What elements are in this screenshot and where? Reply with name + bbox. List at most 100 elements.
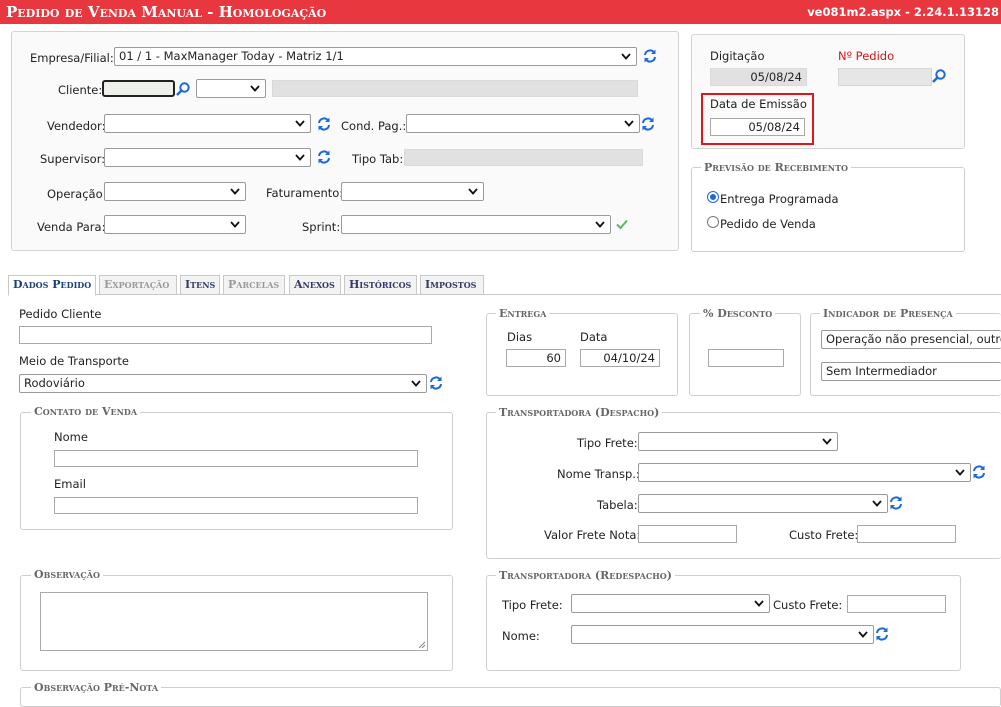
chevron-down-icon <box>467 185 479 197</box>
cliente-code-input[interactable] <box>102 80 175 97</box>
redespacho-title: Transportadora (Redespacho) <box>496 569 675 582</box>
contato-title: Contato de Venda <box>31 405 141 418</box>
nome-transp-select[interactable] <box>638 463 971 482</box>
faturamento-label: Faturamento: <box>266 186 344 200</box>
data-entrega-input[interactable]: 04/10/24 <box>580 349 660 367</box>
refresh-icon[interactable] <box>316 116 332 132</box>
chevron-down-icon <box>821 435 833 447</box>
chevron-down-icon <box>753 597 765 609</box>
tab-itens[interactable]: Itens <box>180 275 220 295</box>
previsao-fieldset <box>691 167 965 252</box>
despacho-tipo-frete-label: Tipo Frete: <box>577 436 638 450</box>
supervisor-select[interactable] <box>104 148 311 167</box>
despacho-tipo-frete-select[interactable] <box>638 432 838 451</box>
refresh-icon[interactable] <box>971 464 987 480</box>
refresh-icon[interactable] <box>428 375 444 391</box>
tabela-label: Tabela: <box>597 498 638 512</box>
tab-dados-pedido[interactable]: Dados Pedido <box>8 275 96 296</box>
refresh-icon[interactable] <box>642 48 658 64</box>
nome-label: Nome <box>54 430 88 444</box>
cond-pag-label: Cond. Pag.: <box>341 119 407 133</box>
tipo-tab-label: Tipo Tab: <box>352 152 404 166</box>
sprint-select[interactable] <box>341 215 611 234</box>
obs-pre-nota-fieldset <box>20 687 1001 707</box>
check-icon <box>616 219 628 230</box>
chevron-down-icon <box>594 218 606 230</box>
desconto-input[interactable] <box>708 349 784 367</box>
tab-parcelas[interactable]: Parcelas <box>223 275 285 295</box>
chevron-down-icon <box>249 82 261 94</box>
tipo-tab-field <box>404 149 643 166</box>
redespacho-tipo-frete-select[interactable] <box>571 594 770 613</box>
entrega-title: Entrega <box>496 307 550 320</box>
cliente-name-field <box>272 80 638 97</box>
refresh-icon[interactable] <box>316 149 332 165</box>
despacho-custo-frete-input[interactable] <box>857 525 956 543</box>
observacao-textarea[interactable] <box>40 592 428 651</box>
chevron-down-icon <box>229 218 241 230</box>
chevron-down-icon <box>954 466 966 478</box>
vendedor-label: Vendedor: <box>47 119 106 133</box>
resize-handle-icon[interactable] <box>418 641 426 649</box>
vendedor-select[interactable] <box>104 114 311 133</box>
refresh-icon[interactable] <box>640 116 656 132</box>
supervisor-label: Supervisor: <box>40 152 106 166</box>
meio-transporte-select[interactable]: Rodoviário <box>19 374 427 393</box>
tab-impostos[interactable]: Impostos <box>420 275 484 295</box>
tab-historicos[interactable]: Históricos <box>344 275 417 295</box>
chevron-down-icon <box>410 377 422 389</box>
redespacho-nome-select[interactable] <box>571 625 874 644</box>
npedido-label: Nº Pedido <box>838 49 895 63</box>
cliente-label: Cliente: <box>58 83 103 97</box>
chevron-down-icon <box>229 185 241 197</box>
chevron-down-icon <box>857 628 869 640</box>
chevron-down-icon <box>871 497 883 509</box>
presenca-fieldset <box>810 313 1001 396</box>
pedido-venda-label: Pedido de Venda <box>720 217 816 231</box>
pedido-cliente-input[interactable] <box>19 326 432 344</box>
chevron-down-icon <box>294 151 306 163</box>
pedido-cliente-label: Pedido Cliente <box>19 307 102 321</box>
email-input[interactable] <box>54 497 418 514</box>
pedido-venda-radio[interactable] <box>707 216 719 228</box>
operacao-select[interactable] <box>104 182 246 201</box>
tabela-select[interactable] <box>638 494 888 513</box>
valor-frete-label: Valor Frete Nota: <box>544 528 641 542</box>
npedido-field <box>838 68 932 86</box>
redespacho-custo-frete-label: Custo Frete: <box>773 598 843 612</box>
digitacao-field: 05/08/24 <box>710 68 807 86</box>
emissao-input[interactable]: 05/08/24 <box>710 118 805 136</box>
intermediador-select[interactable]: Sem Intermediador <box>821 362 1001 381</box>
venda-para-select[interactable] <box>104 215 246 234</box>
valor-frete-input[interactable] <box>638 525 737 543</box>
presenca-select[interactable]: Operação não presencial, outros <box>821 330 1001 349</box>
version-label: ve081m2.aspx - 2.24.1.13128 <box>807 5 999 19</box>
cliente-type-select[interactable] <box>196 79 266 98</box>
refresh-icon[interactable] <box>874 626 890 642</box>
tab-bar: Dados Pedido Exportação Itens Parcelas A… <box>8 275 1001 296</box>
sprint-label: Sprint: <box>302 220 341 234</box>
dias-input[interactable]: 60 <box>506 349 566 367</box>
obs-pre-nota-title: Observação Pré-Nota <box>31 681 162 694</box>
redespacho-fieldset <box>486 575 961 671</box>
empresa-select[interactable]: 01 / 1 - MaxManager Today - Matriz 1/1 <box>114 47 637 66</box>
title-bar: Pedido de Venda Manual - Homologação ve0… <box>0 0 1001 24</box>
tab-exportacao[interactable]: Exportação <box>99 275 177 295</box>
chevron-down-icon <box>623 117 635 129</box>
despacho-custo-frete-label: Custo Frete: <box>789 528 859 542</box>
dias-label: Dias <box>507 330 533 344</box>
search-icon[interactable] <box>931 68 947 84</box>
previsao-title: Previsão de Recebimento <box>701 161 852 174</box>
tab-anexos[interactable]: Anexos <box>289 275 341 295</box>
digitacao-label: Digitação <box>710 49 765 63</box>
search-icon[interactable] <box>175 81 191 97</box>
cond-pag-select[interactable] <box>406 114 640 133</box>
faturamento-select[interactable] <box>341 182 484 201</box>
redespacho-tipo-frete-label: Tipo Frete: <box>502 598 563 612</box>
nome-input[interactable] <box>54 450 418 467</box>
page-title: Pedido de Venda Manual - Homologação <box>6 3 327 21</box>
entrega-programada-label: Entrega Programada <box>720 192 839 206</box>
entrega-programada-radio[interactable] <box>707 191 719 203</box>
refresh-icon[interactable] <box>888 495 904 511</box>
redespacho-custo-frete-input[interactable] <box>847 595 946 613</box>
